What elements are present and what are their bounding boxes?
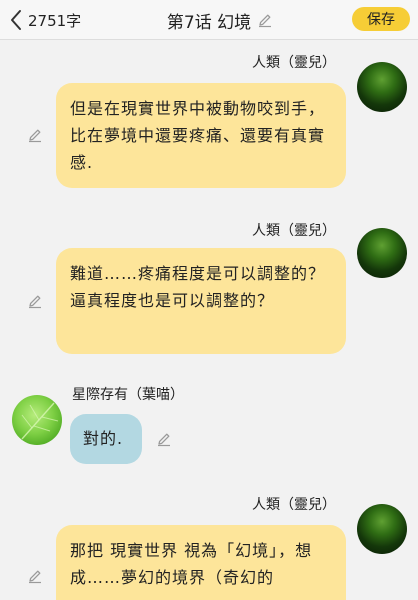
pencil-icon[interactable]: [27, 568, 43, 584]
speaker-name: 星際存有（葉喵）: [72, 387, 184, 403]
speaker-name: 人類（靈兒）: [252, 497, 336, 513]
back-button[interactable]: 2751字: [8, 6, 81, 34]
message-bubble: 那把 現實世界 視為「幻境」，想成……夢幻的境界（奇幻的: [56, 525, 346, 600]
pencil-icon[interactable]: [156, 431, 172, 447]
save-button[interactable]: 保存: [352, 7, 410, 31]
avatar[interactable]: [357, 62, 407, 112]
avatar[interactable]: [357, 504, 407, 554]
pencil-icon[interactable]: [27, 293, 43, 309]
message-bubble: 但是在現實世界中被動物咬到手，比在夢境中還要疼痛、還要有真實感.: [56, 83, 346, 188]
message-bubble: 對的.: [70, 414, 142, 464]
chevron-left-icon: [11, 10, 21, 30]
chapter-title: 第7话 幻境: [166, 12, 252, 33]
word-count: 2751字: [28, 11, 82, 30]
avatar[interactable]: [357, 228, 407, 278]
speaker-name: 人類（靈兒）: [252, 55, 336, 71]
pencil-icon[interactable]: [257, 12, 273, 28]
leaf-texture: [21, 402, 59, 440]
message-bubble: 難道……疼痛程度是可以調整的？逼真程度也是可以調整的？: [56, 248, 346, 354]
pencil-icon[interactable]: [27, 127, 43, 143]
speaker-name: 人類（靈兒）: [252, 223, 336, 239]
avatar[interactable]: [12, 395, 62, 445]
title-area[interactable]: 第7话 幻境: [130, 6, 310, 34]
top-bar: 2751字 第7话 幻境 保存: [0, 0, 418, 40]
